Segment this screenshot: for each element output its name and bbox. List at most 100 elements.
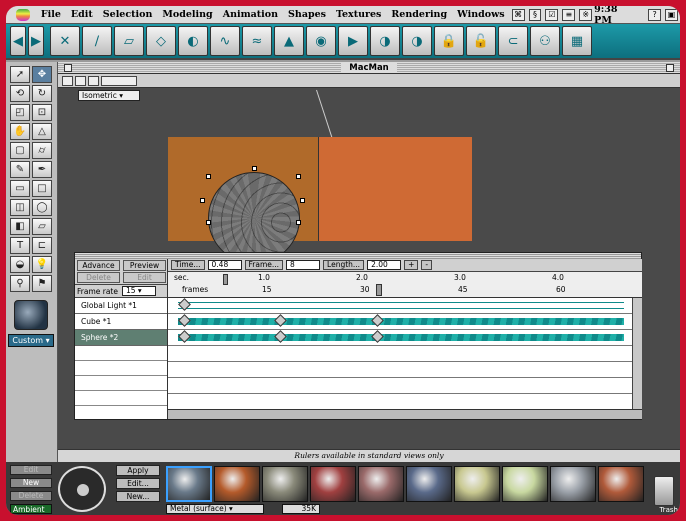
edit-material-button[interactable]: Edit... <box>116 478 160 489</box>
document-titlebar[interactable]: MacMan <box>58 62 680 74</box>
selection-handle[interactable] <box>200 198 205 203</box>
light-new-button[interactable]: New <box>10 478 52 488</box>
tool-line-icon[interactable]: ∕ <box>82 26 112 56</box>
rect-tool-icon[interactable]: ▭ <box>10 180 30 197</box>
menu-edit[interactable]: Edit <box>66 9 98 20</box>
cube-right-face[interactable] <box>318 137 472 241</box>
view-dimensions-icon[interactable] <box>101 75 137 86</box>
unlock-icon[interactable]: 🔓 <box>466 26 496 56</box>
oval-tool-icon[interactable]: ◯ <box>32 199 52 216</box>
time-marker[interactable] <box>223 274 228 285</box>
cube-tool-icon[interactable]: ▢ <box>10 142 30 159</box>
tool-render-icon[interactable]: ◑ <box>370 26 400 56</box>
close-box-icon[interactable] <box>64 64 72 72</box>
material-swatch[interactable] <box>310 466 356 502</box>
timeline-horizontal-scrollbar[interactable] <box>168 409 642 419</box>
apply-material-button[interactable]: Apply <box>116 465 160 476</box>
list-icon[interactable]: ≡ <box>562 8 576 21</box>
track-global-light-row[interactable] <box>168 298 642 314</box>
tool-sphere-icon[interactable]: ◉ <box>306 26 336 56</box>
track-global-light[interactable]: Global Light *1 <box>75 298 167 314</box>
text-tool-icon[interactable]: T <box>10 237 30 254</box>
menu-animation[interactable]: Animation <box>218 9 283 20</box>
tool-play-icon[interactable]: ▶ <box>338 26 368 56</box>
move-tool-icon[interactable]: ✥ <box>32 66 52 83</box>
tool-render-alt-icon[interactable]: ◑ <box>402 26 432 56</box>
selection-handle[interactable] <box>296 174 301 179</box>
material-select[interactable]: Metal (surface) ▾ <box>166 504 264 514</box>
cone-tool-icon[interactable]: △ <box>32 123 52 140</box>
square-tool-icon[interactable]: □ <box>32 180 52 197</box>
preview-button[interactable]: Preview <box>123 260 166 271</box>
script-icon[interactable]: § <box>528 8 542 21</box>
length-button[interactable]: Length... <box>323 260 365 270</box>
box3d-tool-icon[interactable]: ◫ <box>10 199 30 216</box>
tool-extrude-icon[interactable]: ▲ <box>274 26 304 56</box>
view-flat-icon[interactable] <box>88 75 99 86</box>
tool-primitive-icon[interactable]: ◇ <box>146 26 176 56</box>
menu-rendering[interactable]: Rendering <box>386 9 452 20</box>
light-tool-icon[interactable]: 💡 <box>32 256 52 273</box>
custom-palette-menu[interactable]: Custom ▾ <box>8 334 54 347</box>
view-reference-icon[interactable] <box>75 75 86 86</box>
menu-file[interactable]: File <box>36 9 66 20</box>
checkbox-icon[interactable]: ☑ <box>545 8 559 21</box>
camera-icon[interactable] <box>14 300 48 330</box>
length-field[interactable]: 2.00 <box>367 260 402 270</box>
material-swatch[interactable] <box>262 466 308 502</box>
selection-handle[interactable] <box>252 166 257 171</box>
light-edit-button[interactable]: Edit <box>10 465 52 475</box>
length-marker[interactable] <box>376 284 382 296</box>
zoom-box-icon[interactable] <box>666 64 674 72</box>
tool-select-icon[interactable]: ✕ <box>50 26 80 56</box>
eyedropper-tool-icon[interactable]: ⚲ <box>10 275 30 292</box>
scale-tool-icon[interactable]: ◰ <box>10 104 30 121</box>
track-cube-row[interactable] <box>168 314 642 330</box>
remove-time-button[interactable]: - <box>421 260 433 270</box>
material-swatch[interactable] <box>598 466 644 502</box>
skew-tool-icon[interactable]: ▱ <box>32 218 52 235</box>
advance-button[interactable]: Advance <box>77 260 120 271</box>
delete-keyframe-button[interactable]: Delete <box>77 272 120 283</box>
scroll-left-icon[interactable]: ◀ <box>10 26 26 56</box>
track-sphere[interactable]: Sphere *2 <box>75 330 167 346</box>
prism-tool-icon[interactable]: ◧ <box>10 218 30 235</box>
light-direction-control[interactable] <box>58 466 106 512</box>
extension-icon[interactable]: ※ <box>579 8 593 21</box>
material-swatch[interactable] <box>550 466 596 502</box>
selection-handle[interactable] <box>296 220 301 225</box>
menu-selection[interactable]: Selection <box>98 9 158 20</box>
track-sphere-row[interactable] <box>168 330 642 346</box>
link-tool-icon[interactable]: ⚑ <box>32 275 52 292</box>
material-swatch[interactable] <box>358 466 404 502</box>
tool-cube-icon[interactable]: ▱ <box>114 26 144 56</box>
rotate-tool-icon[interactable]: ⟲ <box>10 85 30 102</box>
tool-bezier-icon[interactable]: ∿ <box>210 26 240 56</box>
trash-icon[interactable] <box>654 476 674 506</box>
lathe-tool-icon[interactable]: ⊏ <box>32 237 52 254</box>
tool-link-icon[interactable]: ⊂ <box>498 26 528 56</box>
help-icon[interactable]: ? <box>648 8 662 21</box>
sphere-object[interactable] <box>208 172 300 264</box>
add-time-button[interactable]: + <box>404 260 419 270</box>
selection-handle[interactable] <box>300 198 305 203</box>
apple-menu-icon[interactable] <box>16 8 30 21</box>
light-delete-button[interactable]: Delete <box>10 491 52 501</box>
menu-windows[interactable]: Windows <box>452 9 510 20</box>
new-material-button[interactable]: New... <box>116 491 160 502</box>
material-swatch[interactable] <box>454 466 500 502</box>
eye-tool-icon[interactable]: ◒ <box>10 256 30 273</box>
application-menu-icon[interactable]: ▣ <box>665 8 678 21</box>
menu-textures[interactable]: Textures <box>331 9 386 20</box>
tool-wave-icon[interactable]: ≈ <box>242 26 272 56</box>
pen-tool-icon[interactable]: ✒ <box>32 161 52 178</box>
timeline-vertical-scrollbar[interactable] <box>632 298 642 409</box>
lock-icon[interactable]: 🔒 <box>434 26 464 56</box>
selection-handle[interactable] <box>206 174 211 179</box>
zoom-tool-icon[interactable]: ⊡ <box>32 104 52 121</box>
time-ruler[interactable]: sec. 1.0 2.0 3.0 4.0 frames 15 30 45 60 <box>168 272 642 298</box>
view-menu[interactable]: Isometric ▾ <box>78 90 140 101</box>
hand-tool-icon[interactable]: ✋ <box>10 123 30 140</box>
material-swatch[interactable] <box>502 466 548 502</box>
view-camera-icon[interactable] <box>62 75 73 86</box>
